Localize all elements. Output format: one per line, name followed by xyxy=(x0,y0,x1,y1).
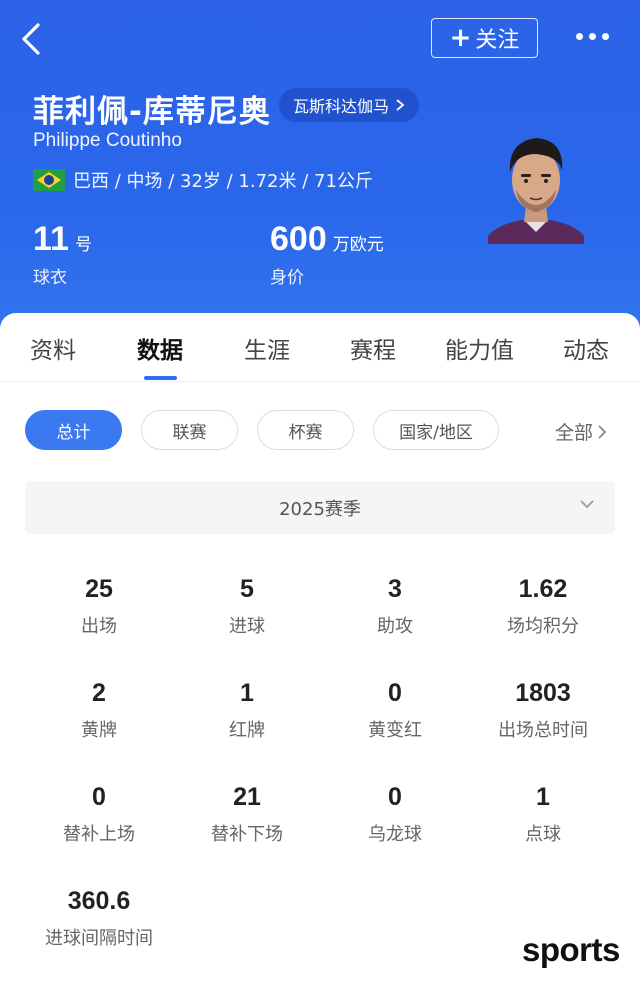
stat-label: 进球 xyxy=(229,616,265,637)
player-header: + 关注 菲利佩-库蒂尼奥 瓦斯科达伽马 Philippe Coutinho 巴… xyxy=(0,0,640,340)
stat-sub-off: 21 替补下场 xyxy=(173,783,321,846)
filter-chip-cup[interactable]: 杯赛 xyxy=(257,410,354,450)
player-english-name: Philippe Coutinho xyxy=(33,130,182,151)
stat-label: 黄牌 xyxy=(81,720,117,741)
stat-value: 0 xyxy=(92,783,106,811)
stat-label: 场均积分 xyxy=(507,616,579,637)
stat-label: 点球 xyxy=(525,824,561,845)
stat-penalties: 1 点球 xyxy=(469,783,617,846)
tab-news[interactable]: 动态 xyxy=(563,331,609,365)
stat-appearances: 25 出场 xyxy=(25,575,173,638)
market-value-block: 600 万欧元 身价 xyxy=(270,220,384,288)
follow-label: 关注 xyxy=(475,28,520,53)
dot-icon xyxy=(589,32,596,40)
jersey-number: 11 xyxy=(33,220,69,258)
stat-minutes-per-goal: 360.6 进球间隔时间 xyxy=(25,887,173,950)
stat-label: 黄变红 xyxy=(368,720,422,741)
player-info: 巴西 / 中场 / 32岁 / 1.72米 / 71公斤 xyxy=(33,167,373,193)
stat-label: 助攻 xyxy=(377,616,413,637)
stat-value: 5 xyxy=(240,575,254,603)
filter-chip-league[interactable]: 联赛 xyxy=(141,410,238,450)
stat-value: 1.62 xyxy=(518,575,568,603)
player-name: 菲利佩-库蒂尼奥 xyxy=(33,94,271,130)
stat-value: 2 xyxy=(92,679,106,707)
chevron-right-icon xyxy=(598,424,607,439)
chevron-right-icon xyxy=(396,99,405,111)
chevron-left-icon xyxy=(22,23,40,55)
player-info-text: 巴西 / 中场 / 32岁 / 1.72米 / 71公斤 xyxy=(73,171,373,192)
stat-value: 0 xyxy=(388,783,402,811)
stat-red-cards: 1 红牌 xyxy=(173,679,321,742)
filter-all-button[interactable]: 全部 xyxy=(555,418,607,445)
stat-own-goals: 0 乌龙球 xyxy=(321,783,469,846)
stat-value: 1 xyxy=(240,679,254,707)
stat-value: 25 xyxy=(85,575,113,603)
filter-chip-total[interactable]: 总计 xyxy=(25,410,122,450)
stat-label: 红牌 xyxy=(229,720,265,741)
stat-minutes-played: 1803 出场总时间 xyxy=(469,679,617,742)
filter-all-label: 全部 xyxy=(555,422,594,444)
stat-second-yellow: 0 黄变红 xyxy=(321,679,469,742)
jersey-number-block: 11 号 球衣 xyxy=(33,220,92,288)
active-tab-indicator xyxy=(144,376,177,380)
club-name: 瓦斯科达伽马 xyxy=(293,97,390,116)
filter-chip-national[interactable]: 国家/地区 xyxy=(373,410,499,450)
filter-bar: 总计 联赛 杯赛 国家/地区 全部 xyxy=(0,410,640,452)
player-avatar xyxy=(488,138,584,244)
tab-schedule[interactable]: 赛程 xyxy=(350,331,396,365)
more-options-button[interactable] xyxy=(576,26,616,46)
divider xyxy=(0,381,640,382)
stat-sub-in: 0 替补上场 xyxy=(25,783,173,846)
stat-label: 出场总时间 xyxy=(498,720,588,741)
plus-icon: + xyxy=(449,23,472,53)
jersey-unit: 号 xyxy=(74,235,92,255)
stat-points-per-game: 1.62 场均积分 xyxy=(469,575,617,638)
club-link[interactable]: 瓦斯科达伽马 xyxy=(279,88,420,122)
tab-data[interactable]: 数据 xyxy=(137,331,183,365)
brazil-flag-icon xyxy=(33,169,65,191)
stat-value: 21 xyxy=(233,783,261,811)
stat-value: 1803 xyxy=(515,679,571,707)
tab-abilities[interactable]: 能力值 xyxy=(445,331,514,365)
dot-icon xyxy=(602,32,609,40)
season-selector[interactable]: 2025赛季 xyxy=(25,481,615,534)
market-value: 600 xyxy=(270,220,327,258)
tab-bar: 资料 数据 生涯 赛程 能力值 动态 xyxy=(0,313,640,381)
stat-value: 360.6 xyxy=(67,887,131,915)
stat-value: 0 xyxy=(388,679,402,707)
season-label: 2025赛季 xyxy=(279,498,361,520)
stat-value: 1 xyxy=(536,783,550,811)
stat-label: 乌龙球 xyxy=(368,824,422,845)
stat-label: 出场 xyxy=(81,616,117,637)
back-button[interactable] xyxy=(18,22,46,56)
jersey-caption: 球衣 xyxy=(33,268,67,288)
market-value-caption: 身价 xyxy=(270,268,304,288)
chevron-down-icon xyxy=(580,500,594,509)
stat-yellow-cards: 2 黄牌 xyxy=(25,679,173,742)
follow-button[interactable]: + 关注 xyxy=(431,18,538,58)
stat-assists: 3 助攻 xyxy=(321,575,469,638)
stat-value: 3 xyxy=(388,575,402,603)
tab-career[interactable]: 生涯 xyxy=(244,331,290,365)
stat-goals: 5 进球 xyxy=(173,575,321,638)
stat-label: 进球间隔时间 xyxy=(45,928,153,949)
stat-label: 替补上场 xyxy=(63,824,135,845)
stat-label: 替补下场 xyxy=(211,824,283,845)
dot-icon xyxy=(576,32,583,40)
market-value-unit: 万欧元 xyxy=(332,235,384,255)
stats-card: 资料 数据 生涯 赛程 能力值 动态 总计 联赛 杯赛 国家/地区 全部 202… xyxy=(0,313,640,985)
tab-profile[interactable]: 资料 xyxy=(30,331,76,365)
watermark-logo: sports xyxy=(522,931,620,968)
